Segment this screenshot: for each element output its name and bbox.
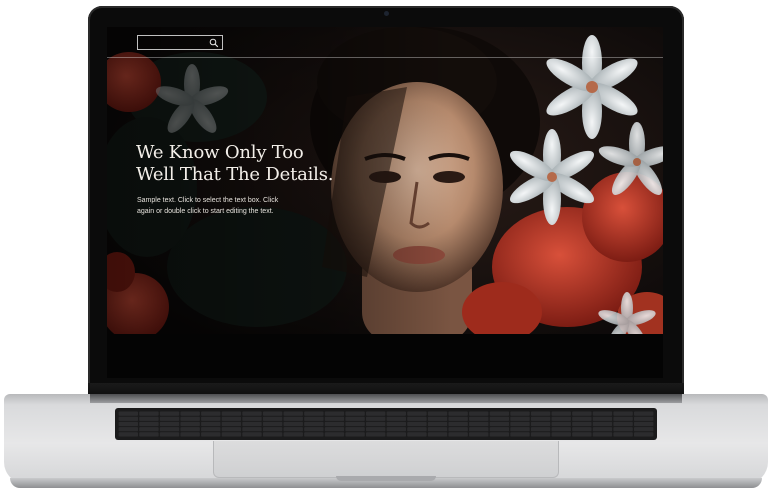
hero-title: We Know Only Too Well That The Details. <box>136 142 396 186</box>
laptop-hinge <box>90 394 682 403</box>
hero-title-line-1: We Know Only Too <box>136 142 304 163</box>
search-icon[interactable] <box>209 38 219 48</box>
webcam-dot <box>384 11 389 16</box>
search-box[interactable] <box>137 35 223 50</box>
search-input[interactable] <box>141 37 207 48</box>
lid-open-notch <box>336 476 436 481</box>
laptop-screen: We Know Only Too Well That The Details. … <box>107 27 663 378</box>
header-divider <box>107 57 663 58</box>
hero-body-text: Sample text. Click to select the text bo… <box>137 197 279 215</box>
hero-title-line-2: Well That The Details. <box>136 164 334 185</box>
keyboard <box>115 408 657 440</box>
screen-bottom-band <box>107 334 663 378</box>
hero-section: We Know Only Too Well That The Details. … <box>107 27 663 334</box>
trackpad <box>213 441 559 478</box>
